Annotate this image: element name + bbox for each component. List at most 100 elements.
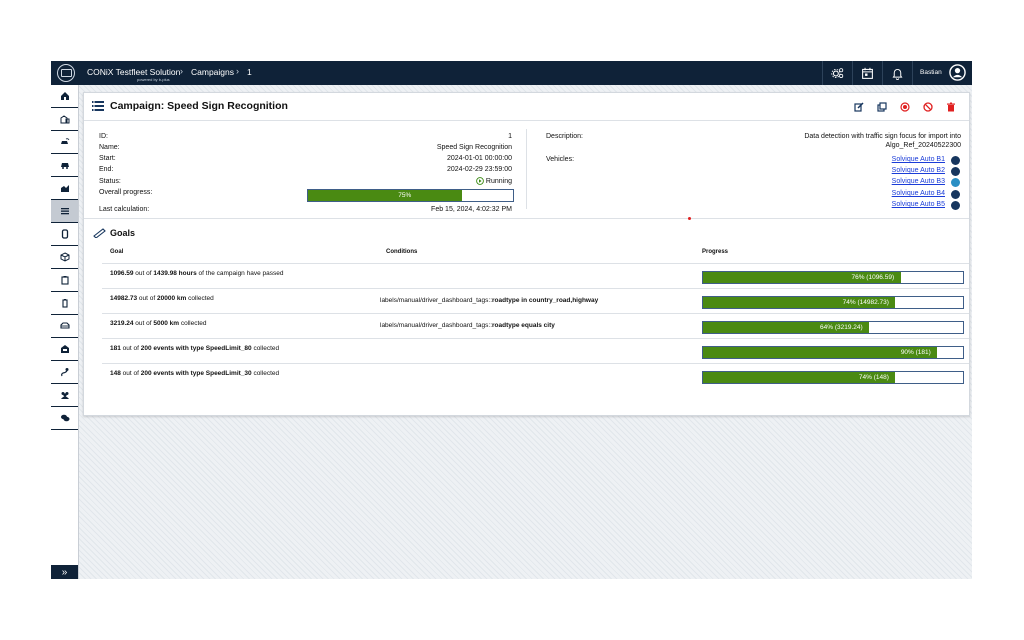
copy-icon[interactable] — [877, 102, 887, 112]
goal-text-part: out of — [120, 345, 141, 352]
ruler-icon — [93, 228, 106, 238]
app-title[interactable]: CONiX Testfleet Solution — [87, 67, 180, 77]
breadcrumb-separator: › — [236, 66, 239, 76]
play-circle-icon — [476, 177, 484, 185]
breadcrumb-id: 1 — [247, 67, 252, 77]
clipboard-icon — [60, 276, 69, 285]
field-value-end: 2024-02-29 23:59:00 — [447, 166, 512, 173]
goal-text-part: collected — [251, 345, 280, 352]
package-icon — [60, 252, 69, 262]
goal-value: 5000 km — [153, 320, 180, 327]
card-header: Campaign: Speed Sign Recognition — [84, 93, 969, 121]
logo-icon[interactable] — [57, 64, 75, 82]
description-line-2: Algo_Ref_20240522300 — [885, 142, 961, 149]
vehicle-link-b2[interactable]: Solvique Auto B2 — [892, 167, 945, 174]
row-divider — [102, 313, 969, 314]
cancel-icon[interactable] — [923, 102, 933, 112]
row-divider — [102, 338, 969, 339]
device-icon — [61, 229, 68, 239]
home-icon — [60, 92, 69, 100]
sidebar-item-device[interactable] — [51, 223, 78, 246]
sidebar-item-users[interactable] — [51, 384, 78, 407]
vehicle-status-dot — [951, 156, 960, 165]
goal-text-part: collected — [251, 370, 280, 377]
overall-progress-fill — [308, 190, 462, 201]
sidebar-item-route[interactable] — [51, 361, 78, 384]
edit-icon[interactable] — [854, 102, 864, 112]
goal-progress-label: 76% (1096.59) — [851, 274, 895, 281]
field-label-start: Start: — [99, 155, 116, 162]
sidebar-item-chat[interactable] — [51, 407, 78, 430]
goal-value: 148 — [110, 370, 121, 377]
condition-expression: roadtype in country_road,highway — [492, 297, 599, 304]
breadcrumb-separator: › — [180, 66, 183, 76]
goal-text: 1096.59 out of 1439.98 hours of the camp… — [110, 270, 283, 277]
goal-progress-bar: 74% (148) — [702, 371, 964, 384]
user-name[interactable]: Bastian — [920, 69, 942, 76]
field-value-last-calculation: Feb 15, 2024, 4:02:32 PM — [431, 206, 512, 213]
sidebar-item-home[interactable] — [51, 85, 78, 108]
car-signal-icon — [60, 138, 69, 144]
goal-value: 200 events with type SpeedLimit_80 — [140, 345, 252, 352]
goal-text: 3219.24 out of 5000 km collected — [110, 320, 207, 327]
condition-path: labels/manual/driver_dashboard_tags:: — [380, 297, 493, 304]
goal-text-part: collected — [179, 320, 207, 327]
vehicle-link-b3[interactable]: Solvique Auto B3 — [892, 178, 945, 185]
description-line-1: Data detection with traffic sign focus f… — [804, 133, 961, 140]
chart-icon — [60, 185, 69, 192]
route-icon — [60, 368, 68, 377]
campaign-card: Campaign: Speed Sign Recognition ID: 1 N… — [83, 92, 970, 416]
goal-progress-bar: 90% (181) — [702, 346, 964, 359]
row-divider — [102, 288, 969, 289]
condition-path: labels/manual/driver_dashboard_tags:: — [380, 322, 493, 329]
goal-value: 20000 km — [157, 295, 187, 302]
field-label-status: Status: — [99, 178, 121, 185]
field-label-id: ID: — [99, 133, 108, 140]
record-icon[interactable] — [900, 102, 910, 112]
users-icon — [60, 392, 69, 399]
overall-progress-label: 75% — [398, 192, 412, 199]
sidebar-item-car-signal[interactable] — [51, 131, 78, 154]
chat-icon — [60, 414, 69, 422]
content-area: Campaign: Speed Sign Recognition ID: 1 N… — [79, 85, 972, 579]
settings-icon[interactable] — [822, 61, 851, 85]
car-icon — [60, 163, 69, 169]
sidebar-expand-button[interactable]: » — [51, 565, 78, 579]
sidebar: » — [51, 85, 79, 579]
avatar-icon[interactable] — [949, 64, 966, 81]
goal-value: 200 events with type SpeedLimit_30 — [140, 370, 252, 377]
goal-progress-bar: 76% (1096.59) — [702, 271, 964, 284]
goal-value: 181 — [110, 345, 121, 352]
sidebar-item-car[interactable] — [51, 154, 78, 177]
sidebar-item-garage[interactable] — [51, 338, 78, 361]
goal-text-part: out of — [120, 370, 141, 377]
buildings-icon — [60, 115, 69, 124]
goal-value: 1096.59 — [110, 270, 134, 277]
sidebar-item-clipboard[interactable] — [51, 269, 78, 292]
overall-progress-bar: 75% — [307, 189, 514, 202]
breadcrumb-campaigns[interactable]: Campaigns — [191, 67, 234, 77]
section-divider — [84, 218, 969, 219]
description-label: Description: — [546, 133, 583, 140]
bell-icon[interactable] — [882, 61, 911, 85]
condition-expression: roadtype equals city — [492, 322, 555, 329]
goal-text: 148 out of 200 events with type SpeedLim… — [110, 370, 279, 377]
goal-value: 3219.24 — [110, 320, 134, 327]
status-badge: Running — [485, 178, 512, 185]
sidebar-item-battery[interactable] — [51, 292, 78, 315]
goal-progress-bar: 74% (14982.73) — [702, 296, 964, 309]
sidebar-item-buildings[interactable] — [51, 108, 78, 131]
vehicle-link-b4[interactable]: Solvique Auto B4 — [892, 190, 945, 197]
column-header-progress: Progress — [702, 249, 729, 255]
vehicle-link-b1[interactable]: Solvique Auto B1 — [892, 156, 945, 163]
goal-text-part: out of — [137, 295, 157, 302]
delete-icon[interactable] — [946, 102, 956, 112]
calendar-icon[interactable] — [852, 61, 881, 85]
vehicle-link-b5[interactable]: Solvique Auto B5 — [892, 201, 945, 208]
sidebar-item-package[interactable] — [51, 246, 78, 269]
sidebar-item-chart[interactable] — [51, 177, 78, 200]
field-label-progress: Overall progress: — [99, 189, 153, 196]
sidebar-item-campaigns[interactable] — [51, 200, 78, 223]
sidebar-item-vehicle[interactable] — [51, 315, 78, 338]
condition-text: labels/manual/driver_dashboard_tags::roa… — [380, 322, 555, 329]
